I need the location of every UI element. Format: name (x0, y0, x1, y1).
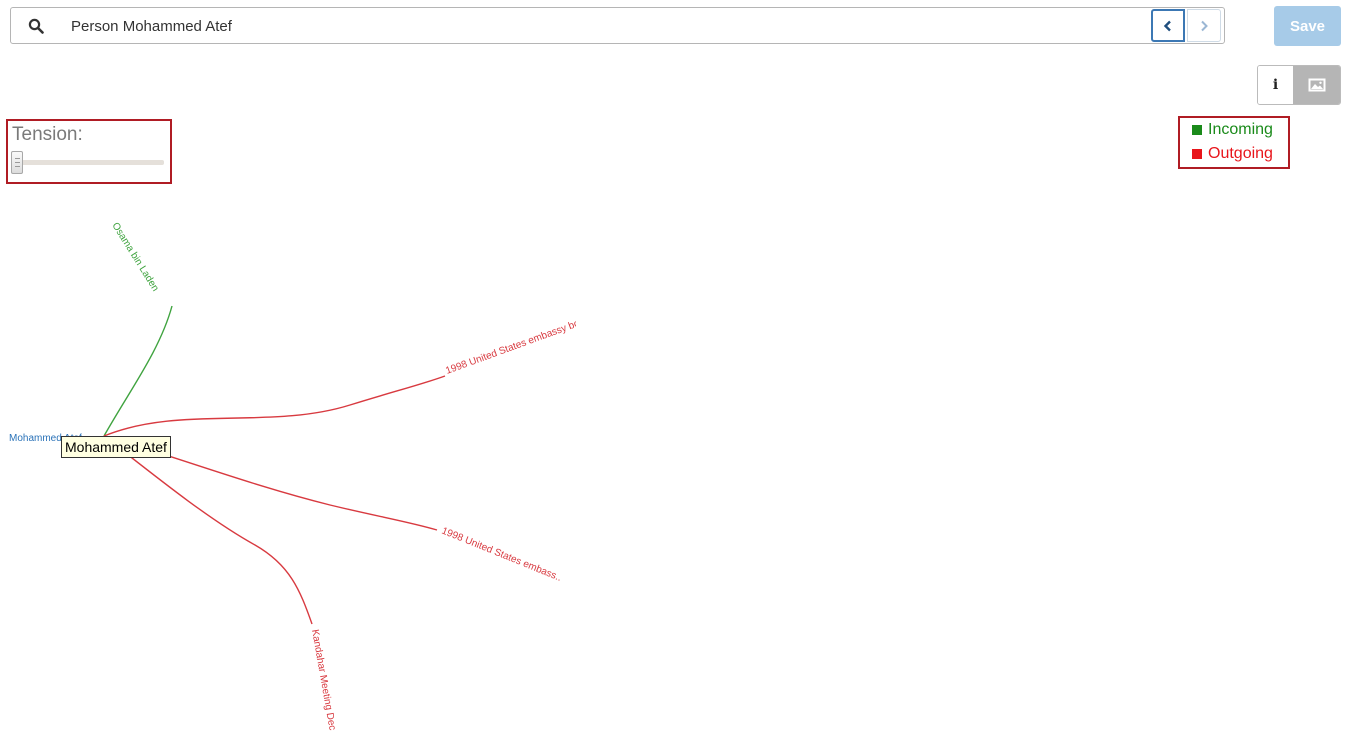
node-tooltip: Mohammed Atef (61, 436, 171, 458)
label-clip (576, 290, 636, 370)
edge-kandahar-meeting (103, 435, 313, 625)
edge-embassy-bombings-1 (103, 375, 446, 437)
node-kandahar-meeting[interactable]: Kandahar Meeting Dec (309, 629, 338, 732)
node-osama-bin-laden[interactable]: Osama bin Laden (109, 221, 160, 294)
edge-osama-bin-laden (103, 305, 173, 437)
node-embassy-bombings-2[interactable]: 1998 United States embass.. (440, 526, 563, 584)
relationship-graph: Osama bin Laden 1998 United States embas… (9, 221, 636, 732)
